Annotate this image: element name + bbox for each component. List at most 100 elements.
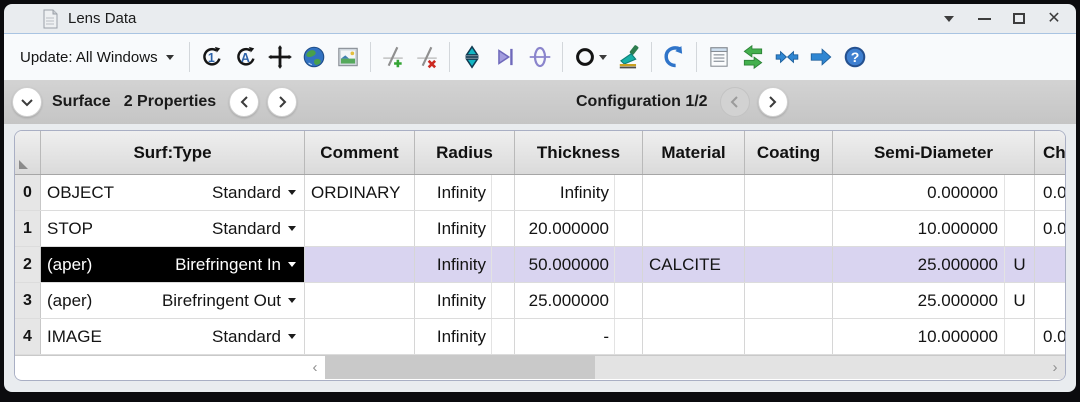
- cell-comment[interactable]: [305, 283, 415, 318]
- cell-radius-flag[interactable]: [492, 283, 515, 318]
- scrollbar-thumb[interactable]: [325, 356, 595, 379]
- close-icon[interactable]: ✕: [1046, 11, 1062, 27]
- cell-radius-flag[interactable]: [492, 247, 515, 282]
- row-number-cell[interactable]: 0: [15, 175, 41, 210]
- cell-semi-diameter[interactable]: 10.000000: [833, 211, 1005, 246]
- delete-surface-button[interactable]: [410, 40, 444, 74]
- configuration-prev-button[interactable]: [720, 87, 750, 117]
- update-all-windows-dropdown[interactable]: Update: All Windows: [20, 49, 174, 66]
- cell-thickness[interactable]: 20.000000: [515, 211, 615, 246]
- cell-radius-flag[interactable]: [492, 319, 515, 354]
- cell-coating[interactable]: [745, 247, 833, 282]
- cell-chi[interactable]: [1035, 247, 1066, 282]
- save-image-button[interactable]: [331, 40, 365, 74]
- help-button[interactable]: ?: [838, 40, 872, 74]
- cell-surf-type[interactable]: OBJECTStandard: [41, 175, 305, 210]
- cell-radius[interactable]: Infinity: [415, 211, 492, 246]
- cell-thickness-flag[interactable]: [615, 211, 643, 246]
- cell-radius[interactable]: Infinity: [415, 175, 492, 210]
- birefringent-lens-button[interactable]: [455, 40, 489, 74]
- cell-thickness-flag[interactable]: [615, 175, 643, 210]
- globe-button[interactable]: [297, 40, 331, 74]
- cell-thickness-flag[interactable]: [615, 319, 643, 354]
- cell-surf-type[interactable]: IMAGEStandard: [41, 319, 305, 354]
- cell-comment[interactable]: [305, 247, 415, 282]
- converge-arrows-button[interactable]: [770, 40, 804, 74]
- surface-prev-button[interactable]: [229, 87, 259, 117]
- refresh-config-1-button[interactable]: 1: [195, 40, 229, 74]
- surface-type-dropdown[interactable]: Standard: [212, 219, 296, 239]
- cell-material[interactable]: [643, 211, 745, 246]
- cell-semi-diameter-flag[interactable]: [1005, 175, 1035, 210]
- cell-chi[interactable]: 0.000000: [1035, 175, 1066, 210]
- cell-radius[interactable]: Infinity: [415, 247, 492, 282]
- scroll-right-arrow-icon[interactable]: ›: [1045, 356, 1065, 379]
- lens-front-button[interactable]: [489, 40, 523, 74]
- arrow-right-button[interactable]: [804, 40, 838, 74]
- row-number-cell[interactable]: 4: [15, 319, 41, 354]
- cell-material[interactable]: CALCITE: [643, 247, 745, 282]
- surface-type-dropdown[interactable]: Standard: [212, 183, 296, 203]
- row-number-cell[interactable]: 3: [15, 283, 41, 318]
- undo-curve-button[interactable]: [657, 40, 691, 74]
- surface-next-button[interactable]: [267, 87, 297, 117]
- cell-chi[interactable]: 0.000000: [1035, 211, 1066, 246]
- maximize-icon[interactable]: [1011, 11, 1027, 27]
- cell-material[interactable]: [643, 175, 745, 210]
- cell-thickness[interactable]: 50.000000: [515, 247, 615, 282]
- scrollbar-track[interactable]: ›: [595, 356, 1065, 379]
- row-number-cell[interactable]: 1: [15, 211, 41, 246]
- cell-semi-diameter-flag[interactable]: U: [1005, 247, 1035, 282]
- circle-aperture-dropdown-button[interactable]: [568, 40, 612, 74]
- cell-surf-type[interactable]: STOPStandard: [41, 211, 305, 246]
- select-all-corner-cell[interactable]: [15, 131, 41, 174]
- cell-thickness[interactable]: -: [515, 319, 615, 354]
- cell-thickness-flag[interactable]: [615, 283, 643, 318]
- row-number-cell[interactable]: 2: [15, 247, 41, 282]
- cell-comment[interactable]: [305, 211, 415, 246]
- cell-radius[interactable]: Infinity: [415, 283, 492, 318]
- cell-thickness-flag[interactable]: [615, 247, 643, 282]
- scroll-left-arrow-icon[interactable]: ‹: [305, 356, 325, 379]
- cell-material[interactable]: [643, 283, 745, 318]
- cell-coating[interactable]: [745, 319, 833, 354]
- cell-semi-diameter[interactable]: 10.000000: [833, 319, 1005, 354]
- cell-chi[interactable]: 0.000000: [1035, 319, 1066, 354]
- cell-semi-diameter[interactable]: 25.000000: [833, 283, 1005, 318]
- cell-comment[interactable]: ORDINARY: [305, 175, 415, 210]
- cell-semi-diameter-flag[interactable]: U: [1005, 283, 1035, 318]
- cell-thickness[interactable]: Infinity: [515, 175, 615, 210]
- surface-properties-expand-button[interactable]: [12, 87, 42, 117]
- cell-surf-type[interactable]: (aper)Birefringent In: [41, 247, 305, 282]
- cell-material[interactable]: [643, 319, 745, 354]
- minimize-icon[interactable]: [976, 11, 992, 27]
- cell-coating[interactable]: [745, 175, 833, 210]
- cell-comment[interactable]: [305, 319, 415, 354]
- spreadsheet-button[interactable]: [702, 40, 736, 74]
- cell-radius-flag[interactable]: [492, 175, 515, 210]
- surface-type-dropdown[interactable]: Birefringent In: [175, 255, 296, 275]
- cell-coating[interactable]: [745, 211, 833, 246]
- paintbrush-button[interactable]: [612, 40, 646, 74]
- cell-semi-diameter[interactable]: 0.000000: [833, 175, 1005, 210]
- lens-ellipse-button[interactable]: [523, 40, 557, 74]
- cell-radius-flag[interactable]: [492, 211, 515, 246]
- cell-semi-diameter-flag[interactable]: [1005, 211, 1035, 246]
- crosshair-button[interactable]: [263, 40, 297, 74]
- refresh-config-all-button[interactable]: A: [229, 40, 263, 74]
- cell-surf-type[interactable]: (aper)Birefringent Out: [41, 283, 305, 318]
- cell-coating[interactable]: [745, 283, 833, 318]
- cell-semi-diameter-flag[interactable]: [1005, 319, 1035, 354]
- refresh-config-1-icon: 1: [199, 44, 225, 70]
- surface-type-dropdown[interactable]: Standard: [212, 327, 296, 347]
- cell-semi-diameter[interactable]: 25.000000: [833, 247, 1005, 282]
- window-menu-chevron-down-icon[interactable]: [941, 11, 957, 27]
- configuration-next-button[interactable]: [758, 87, 788, 117]
- cell-thickness[interactable]: 25.000000: [515, 283, 615, 318]
- cell-chi[interactable]: [1035, 283, 1066, 318]
- paintbrush-icon: [616, 44, 642, 70]
- insert-surface-button[interactable]: [376, 40, 410, 74]
- swap-arrows-button[interactable]: [736, 40, 770, 74]
- cell-radius[interactable]: Infinity: [415, 319, 492, 354]
- surface-type-dropdown[interactable]: Birefringent Out: [162, 291, 296, 311]
